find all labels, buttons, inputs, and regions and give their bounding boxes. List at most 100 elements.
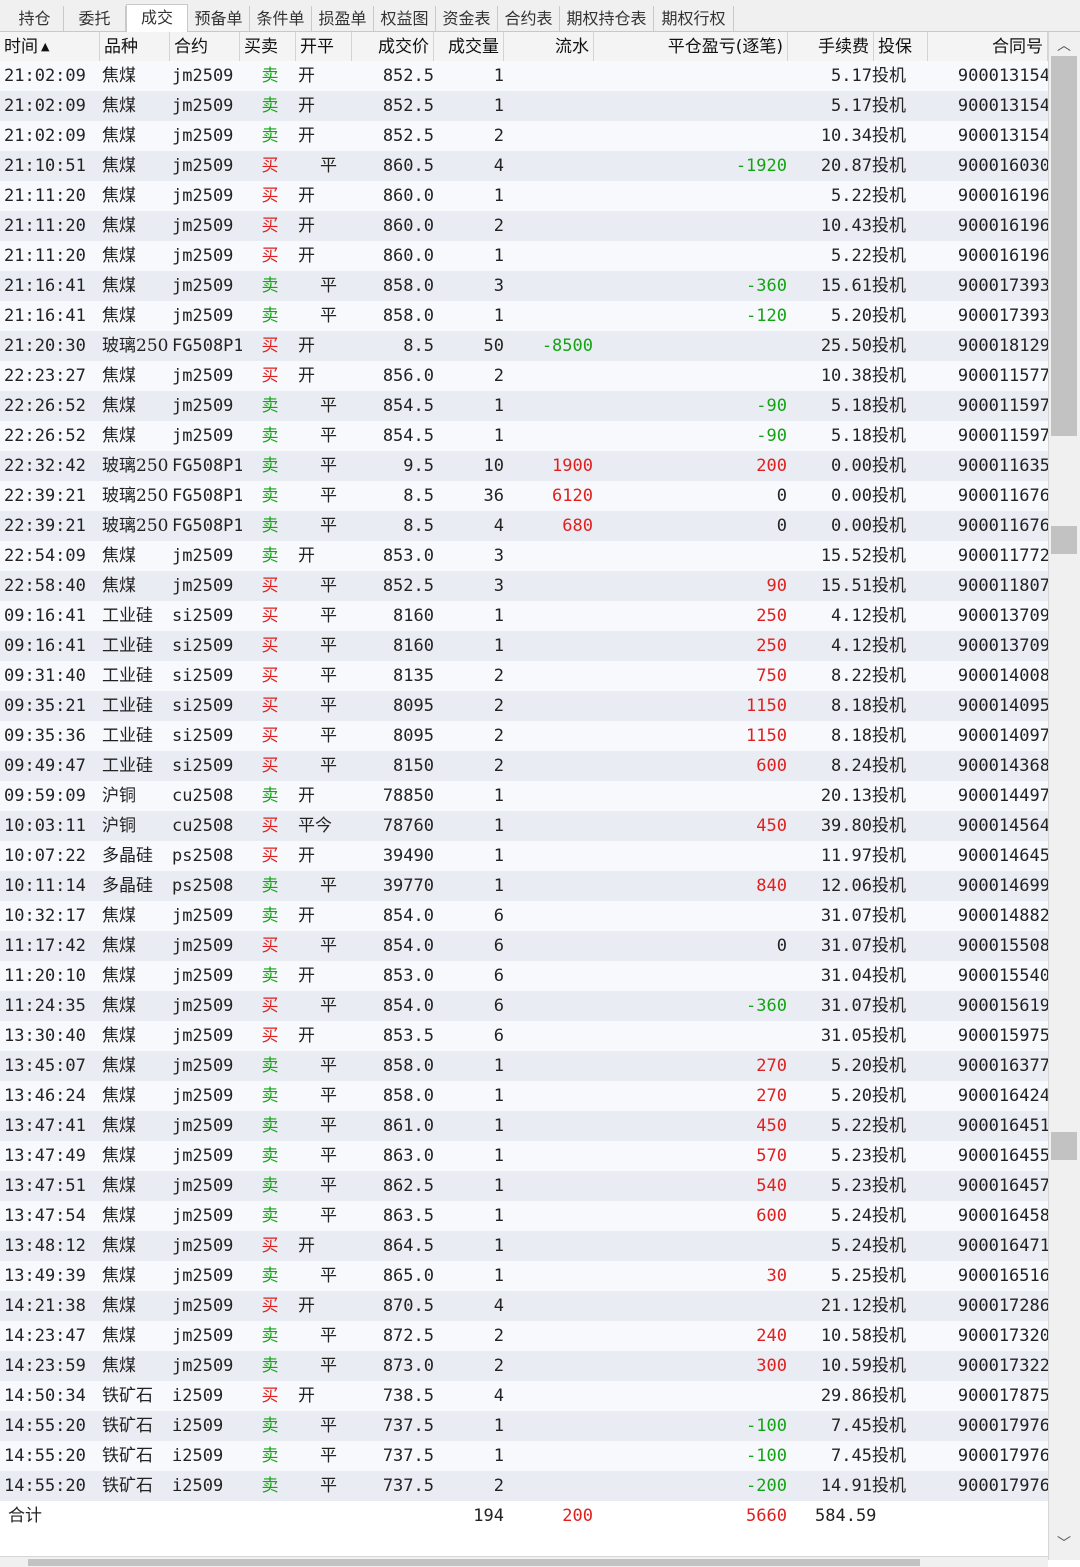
table-row[interactable]: 14:55:20 铁矿石 i2509 卖 平 737.5 1 -100 7.45 投机 900017… (0, 1411, 1048, 1441)
table-cell: 投机 (872, 1446, 906, 1466)
chevron-down-icon[interactable]: ﹀ (1049, 1532, 1079, 1556)
table-cell (593, 241, 787, 271)
column-header-1[interactable]: 品种 (100, 32, 170, 62)
tab-3[interactable]: 预备单 (188, 6, 250, 32)
table-row[interactable]: 09:16:41 工业硅 si2509 买 平 8160 1 250 4.12 投机 9000137… (0, 601, 1048, 631)
table-row[interactable]: 22:26:52 焦煤 jm2509 卖 平 854.5 1 -90 5.18 投机 9000115… (0, 391, 1048, 421)
vertical-scrollbar[interactable]: ︿ ﹀ (1048, 32, 1080, 1560)
tab-7[interactable]: 资金表 (436, 6, 498, 32)
table-row[interactable]: 14:23:59 焦煤 jm2509 卖 平 873.0 2 300 10.59 投机 900017… (0, 1351, 1048, 1381)
table-cell: 平 (320, 276, 337, 296)
table-row[interactable]: 21:20:30 玻璃250FG508P10 买开 8.5 50 -8500 25.50投机… (0, 331, 1048, 361)
scrollbar-thumb[interactable] (28, 1559, 920, 1566)
table-row[interactable]: 22:58:40 焦煤 jm2509 买 平 852.5 3 90 15.51 投机 9000118… (0, 571, 1048, 601)
table-row[interactable]: 10:07:22 多晶硅 ps2508 买开 39490 1 11.97 投机 90001464… (0, 841, 1048, 871)
table-row[interactable]: 11:20:10 焦煤 jm2509 卖开 853.0 6 31.04 投机 900015540 (0, 961, 1048, 991)
table-row[interactable]: 13:47:54 焦煤 jm2509 卖 平 863.5 1 600 5.24 投机 9000164… (0, 1201, 1048, 1231)
table-row[interactable]: 21:11:20 焦煤 jm2509 买开 860.0 1 5.22 投机 900016196 (0, 241, 1048, 271)
column-header-2[interactable]: 合约 (170, 32, 240, 62)
table-cell: 14:55:20 (4, 1446, 86, 1466)
tab-4[interactable]: 条件单 (250, 6, 312, 32)
column-header-0[interactable]: 时间 ▲ (0, 32, 100, 62)
table-row[interactable]: 09:59:09 沪铜 cu2508 卖开 78850 1 20.13 投机 900014497 (0, 781, 1048, 811)
table-cell: 1 (493, 1086, 504, 1106)
table-row[interactable]: 09:16:41 工业硅 si2509 买 平 8160 1 250 4.12 投机 9000137… (0, 631, 1048, 661)
table-row[interactable]: 22:26:52 焦煤 jm2509 卖 平 854.5 1 -90 5.18 投机 9000115… (0, 421, 1048, 451)
table-cell: 20.13 (820, 786, 872, 806)
horizontal-scrollbar[interactable] (0, 1556, 1048, 1567)
table-row[interactable]: 09:31:40 工业硅 si2509 买 平 8135 2 750 8.22 投机 9000140… (0, 661, 1048, 691)
table-row[interactable]: 21:02:09 焦煤 jm2509 卖开 852.5 1 5.17 投机 900013154 (0, 91, 1048, 121)
table-row[interactable]: 11:24:35 焦煤 jm2509 买 平 854.0 6 -360 31.07 投机 90001… (0, 991, 1048, 1021)
scrollbar-thumb[interactable] (1051, 56, 1077, 436)
table-row[interactable]: 13:47:41 焦煤 jm2509 卖 平 861.0 1 450 5.22 投机 9000164… (0, 1111, 1048, 1141)
table-cell: 3 (493, 546, 504, 566)
table-row[interactable]: 22:23:27 焦煤 jm2509 买开 856.0 2 10.38 投机 900011577 (0, 361, 1048, 391)
tab-10[interactable]: 期权行权 (654, 6, 734, 32)
column-header-10[interactable]: 投保 (874, 32, 928, 62)
tab-8[interactable]: 合约表 (498, 6, 560, 32)
table-cell: 5.23 (831, 1176, 872, 1196)
tab-5[interactable]: 损盈单 (312, 6, 374, 32)
table-row[interactable]: 13:45:07 焦煤 jm2509 卖 平 858.0 1 270 5.20 投机 9000163… (0, 1051, 1048, 1081)
table-cell: 865.0 (382, 1266, 434, 1286)
table-row[interactable]: 13:30:40 焦煤 jm2509 买开 853.5 6 31.05 投机 900015975 (0, 1021, 1048, 1051)
table-cell: 投机 (872, 1266, 906, 1286)
table-row[interactable]: 21:02:09 焦煤 jm2509 卖开 852.5 1 5.17 投机 900013154 (0, 61, 1048, 91)
table-row[interactable]: 21:16:41 焦煤 jm2509 卖 平 858.0 1 -120 5.20 投机 900017… (0, 301, 1048, 331)
table-row[interactable]: 22:54:09 焦煤 jm2509 卖开 853.0 3 15.52 投机 900011772 (0, 541, 1048, 571)
table-cell: 1 (493, 1176, 504, 1196)
column-header-6[interactable]: 成交量 (434, 32, 504, 62)
table-row[interactable]: 13:46:24 焦煤 jm2509 卖 平 858.0 1 270 5.20 投机 9000164… (0, 1081, 1048, 1111)
table-cell: 投机 (872, 1416, 906, 1436)
table-cell: 13:48:12 (4, 1236, 86, 1256)
table-cell: 31.05 (820, 1026, 872, 1046)
column-header-8[interactable]: 平仓盈亏(逐笔) (594, 32, 788, 62)
table-row[interactable]: 10:11:14 多晶硅 ps2508 卖 平 39770 1 840 12.06 投机 90001… (0, 871, 1048, 901)
table-cell: 投机 (872, 126, 906, 146)
table-cell: 900017976 (957, 1476, 1048, 1496)
column-header-11[interactable]: 合同号 (928, 32, 1048, 62)
table-row[interactable]: 13:47:49 焦煤 jm2509 卖 平 863.0 1 570 5.23 投机 9000164… (0, 1141, 1048, 1171)
column-header-3[interactable]: 买卖 (240, 32, 296, 62)
table-row[interactable]: 13:48:12 焦煤 jm2509 买开 864.5 1 5.24 投机 900016471 (0, 1231, 1048, 1261)
table-row[interactable]: 09:49:47 工业硅 si2509 买 平 8150 2 600 8.24 投机 9000143… (0, 751, 1048, 781)
table-row[interactable]: 14:55:20 铁矿石 i2509 卖 平 737.5 2 -200 14.91 投机 90001… (0, 1471, 1048, 1501)
tab-2[interactable]: 成交 (126, 4, 188, 32)
table-row[interactable]: 11:17:42 焦煤 jm2509 买 平 854.0 6 0 31.07 投机 90001550… (0, 931, 1048, 961)
table-cell: 沪铜 (102, 786, 136, 806)
table-row[interactable]: 22:32:42 玻璃250FG508P10 卖 平 9.5 10 1900 200 0.00投… (0, 451, 1048, 481)
tab-9[interactable]: 期权持仓表 (560, 6, 654, 32)
table-row[interactable]: 21:02:09 焦煤 jm2509 卖开 852.5 2 10.34 投机 900013154 (0, 121, 1048, 151)
table-row[interactable]: 09:35:36 工业硅 si2509 买 平 8095 2 1150 8.18 投机 900014… (0, 721, 1048, 751)
tab-6[interactable]: 权益图 (374, 6, 436, 32)
table-row[interactable]: 14:55:20 铁矿石 i2509 卖 平 737.5 1 -100 7.45 投机 900017… (0, 1441, 1048, 1471)
column-header-7[interactable]: 流水 (504, 32, 594, 62)
table-row[interactable]: 14:50:34 铁矿石 i2509 买开 738.5 4 29.86 投机 900017875 (0, 1381, 1048, 1411)
table-row[interactable]: 13:47:51 焦煤 jm2509 卖 平 862.5 1 540 5.23 投机 9000164… (0, 1171, 1048, 1201)
tab-0[interactable]: 持仓 (6, 6, 64, 32)
table-row[interactable]: 21:11:20 焦煤 jm2509 买开 860.0 1 5.22 投机 900016196 (0, 181, 1048, 211)
table-row[interactable]: 14:21:38 焦煤 jm2509 买开 870.5 4 21.12 投机 900017286 (0, 1291, 1048, 1321)
column-header-5[interactable]: 成交价 (352, 32, 434, 62)
column-header-9[interactable]: 手续费 (788, 32, 874, 62)
chevron-up-icon[interactable]: ︿ (1049, 34, 1079, 58)
table-row[interactable]: 10:32:17 焦煤 jm2509 卖开 854.0 6 31.07 投机 900014882 (0, 901, 1048, 931)
table-row[interactable]: 22:39:21 玻璃250FG508P10 卖 平 8.5 4 680 0 0.00投机 900… (0, 511, 1048, 541)
table-row[interactable]: 10:03:11 沪铜 cu2508 买平今 78760 1 450 39.80 投机 90001… (0, 811, 1048, 841)
table-cell: 平 (320, 576, 337, 596)
table-row[interactable]: 13:49:39 焦煤 jm2509 卖 平 865.0 1 30 5.25 投机 90001651… (0, 1261, 1048, 1291)
table-row[interactable]: 22:39:21 玻璃250FG508P10 卖 平 8.5 36 6120 0 0.00投机 9… (0, 481, 1048, 511)
table-row[interactable]: 21:16:41 焦煤 jm2509 卖 平 858.0 3 -360 15.61 投机 90001… (0, 271, 1048, 301)
tab-1[interactable]: 委托 (64, 6, 126, 32)
table-cell: ps2508 (172, 846, 234, 866)
table-cell: 8.5 (403, 516, 434, 536)
table-cell: 5.20 (831, 1086, 872, 1106)
table-row[interactable]: 09:35:21 工业硅 si2509 买 平 8095 2 1150 8.18 投机 900014… (0, 691, 1048, 721)
table-cell: 900014497 (957, 786, 1048, 806)
column-header-4[interactable]: 开平 (296, 32, 352, 62)
table-row[interactable]: 21:11:20 焦煤 jm2509 买开 860.0 2 10.43 投机 900016196 (0, 211, 1048, 241)
table-row[interactable]: 21:10:51 焦煤 jm2509 买 平 860.5 4 -1920 20.87 投机 9000… (0, 151, 1048, 181)
table-row[interactable]: 14:23:47 焦煤 jm2509 卖 平 872.5 2 240 10.58 投机 900017… (0, 1321, 1048, 1351)
table-cell: 平 (320, 1266, 337, 1286)
